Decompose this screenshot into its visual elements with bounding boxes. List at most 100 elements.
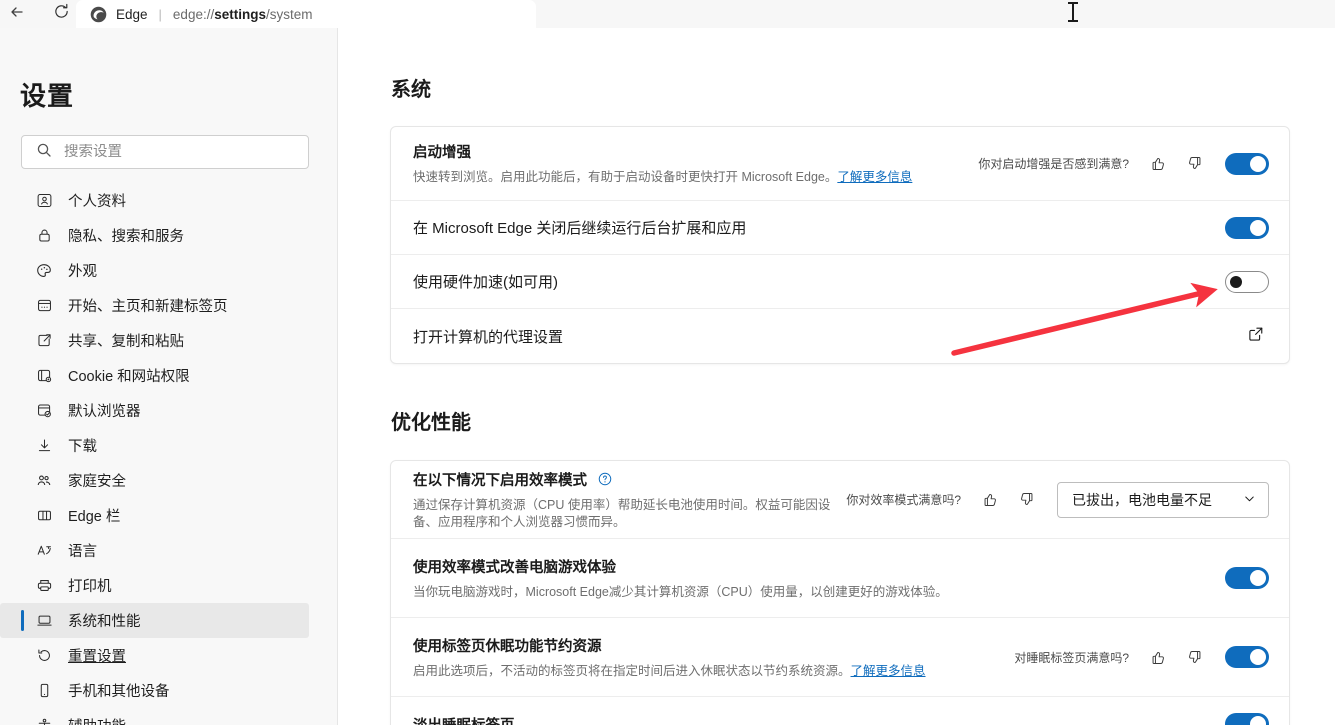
row-fade-sleeping-tabs: 淡出睡眠标签页 (391, 697, 1289, 725)
row-title: 在 Microsoft Edge 关闭后继续运行后台扩展和应用 (413, 220, 747, 237)
thumbs-up-icon[interactable] (977, 487, 1003, 513)
learn-more-link[interactable]: 了解更多信息 (837, 170, 912, 184)
thumbs-down-icon[interactable] (1013, 487, 1039, 513)
address-url[interactable]: edge://settings/system (173, 7, 313, 22)
browser-tab[interactable]: Edge | edge://settings/system (76, 0, 536, 28)
row-title: 使用效率模式改善电脑游戏体验 (413, 559, 616, 576)
reset-icon (34, 646, 54, 666)
sidebar-item-accessibility[interactable]: 辅助功能 (0, 708, 309, 725)
row-proxy-settings[interactable]: 打开计算机的代理设置 (391, 309, 1289, 363)
row-text: 淡出睡眠标签页 (413, 714, 1217, 725)
thumbs-down-icon[interactable] (1181, 644, 1207, 670)
edge-logo-icon (90, 6, 107, 23)
default-browser-icon (34, 401, 54, 421)
row-title-text: 在以下情况下启用效率模式 (413, 472, 587, 489)
accessibility-icon (34, 716, 54, 725)
sidebar-item-label: 外观 (68, 264, 97, 280)
section-heading-performance: 优化性能 (391, 412, 471, 434)
sidebar-item-profile[interactable]: 个人资料 (0, 183, 309, 218)
family-icon (34, 471, 54, 491)
row-gaming-efficiency: 使用效率模式改善电脑游戏体验 当你玩电脑游戏时，Microsoft Edge减少… (391, 539, 1289, 618)
fade-sleeping-tabs-toggle[interactable] (1225, 713, 1269, 725)
search-settings-box[interactable] (21, 135, 309, 169)
row-background-apps: 在 Microsoft Edge 关闭后继续运行后台扩展和应用 (391, 201, 1289, 255)
share-icon (34, 331, 54, 351)
text-cursor (1068, 2, 1078, 22)
reload-button[interactable] (44, 0, 78, 28)
row-text: 在以下情况下启用效率模式 通过保存计算机资源（CPU 使用率）帮助延长电池使用时… (413, 469, 846, 531)
hardware-acceleration-toggle[interactable] (1225, 270, 1269, 293)
thumbs-up-icon[interactable] (1145, 151, 1171, 177)
row-controls: 你对启动增强是否感到满意? (978, 151, 1269, 177)
browser-top-bar: Edge | edge://settings/system (0, 0, 1335, 28)
row-sleeping-tabs: 使用标签页休眠功能节约资源 启用此选项后，不活动的标签页将在指定时间后进入休眠状… (391, 618, 1289, 697)
sidebar-item-privacy[interactable]: 隐私、搜索和服务 (0, 218, 309, 253)
external-link-icon[interactable] (1247, 325, 1269, 347)
help-circle-icon[interactable] (597, 471, 613, 487)
thumbs-down-icon[interactable] (1181, 151, 1207, 177)
sidebar-nav-list: 个人资料 隐私、搜索和服务 外观 开始、主页和新建标签页 共享、复制和粘贴 Co… (0, 183, 337, 725)
sidebar-item-system-performance[interactable]: 系统和性能 (0, 603, 309, 638)
learn-more-link[interactable]: 了解更多信息 (851, 664, 926, 678)
gaming-efficiency-toggle[interactable] (1225, 567, 1269, 589)
back-button[interactable] (0, 0, 34, 28)
sidebar-item-label: Edge 栏 (68, 509, 121, 525)
sleeping-tabs-toggle[interactable] (1225, 646, 1269, 668)
sidebar-item-reset-settings[interactable]: 重置设置 (0, 638, 309, 673)
row-startup-boost: 启动增强 快速转到浏览。启用此功能后，有助于启动设备时更快打开 Microsof… (391, 127, 1289, 201)
row-description-text: 启用此选项后，不活动的标签页将在指定时间后进入休眠状态以节约系统资源。 (413, 663, 851, 678)
performance-settings-card: 在以下情况下启用效率模式 通过保存计算机资源（CPU 使用率）帮助延长电池使用时… (390, 460, 1290, 725)
toggle-knob (1250, 155, 1266, 172)
sidebar-item-phone-other-devices[interactable]: 手机和其他设备 (0, 673, 309, 708)
row-efficiency-mode: 在以下情况下启用效率模式 通过保存计算机资源（CPU 使用率）帮助延长电池使用时… (391, 461, 1289, 539)
sidebar-item-start-home-newtab[interactable]: 开始、主页和新建标签页 (0, 288, 309, 323)
settings-page: 设置 个人资料 (0, 28, 1335, 725)
edge-bar-icon (34, 506, 54, 526)
row-controls (1217, 713, 1269, 725)
sidebar-item-label: 语言 (68, 544, 97, 560)
row-description: 通过保存计算机资源（CPU 使用率）帮助延长电池使用时间。权益可能因设备、应用程… (413, 497, 831, 529)
row-controls (1247, 325, 1269, 347)
sidebar-item-share-copy-paste[interactable]: 共享、复制和粘贴 (0, 323, 309, 358)
row-title: 在以下情况下启用效率模式 (413, 469, 846, 490)
toggle-knob (1250, 716, 1266, 725)
row-title: 使用标签页休眠功能节约资源 (413, 638, 602, 655)
settings-content: 系统 启动增强 快速转到浏览。启用此功能后，有助于启动设备时更快打开 Micro… (338, 28, 1335, 725)
sidebar-item-label: 开始、主页和新建标签页 (68, 299, 228, 315)
settings-sidebar: 设置 个人资料 (0, 28, 338, 725)
tab-separator: | (158, 6, 162, 22)
row-controls (1217, 216, 1269, 239)
row-controls: 你对效率模式满意吗? 已拔出，电池电量不足 (846, 481, 1269, 518)
sidebar-item-label: 默认浏览器 (68, 404, 141, 420)
sidebar-item-printers[interactable]: 打印机 (0, 568, 309, 603)
toggle-knob (1250, 570, 1266, 586)
sidebar-item-default-browser[interactable]: 默认浏览器 (0, 393, 309, 428)
sidebar-item-cookies-permissions[interactable]: Cookie 和网站权限 (0, 358, 309, 393)
sidebar-item-appearance[interactable]: 外观 (0, 253, 309, 288)
sidebar-item-downloads[interactable]: 下载 (0, 428, 309, 463)
sidebar-item-label: 重置设置 (68, 649, 126, 665)
efficiency-mode-dropdown[interactable]: 已拔出，电池电量不足 (1057, 481, 1269, 518)
row-hardware-acceleration: 使用硬件加速(如可用) (391, 255, 1289, 309)
feedback-question: 对睡眠标签页满意吗? (1014, 650, 1129, 665)
startup-boost-toggle[interactable] (1225, 152, 1269, 175)
system-icon (34, 611, 54, 631)
thumbs-up-icon[interactable] (1145, 644, 1171, 670)
row-text: 在 Microsoft Edge 关闭后继续运行后台扩展和应用 (413, 217, 1217, 238)
sidebar-item-label: 系统和性能 (68, 614, 141, 630)
row-description: 快速转到浏览。启用此功能后，有助于启动设备时更快打开 Microsoft Edg… (413, 169, 978, 186)
background-apps-toggle[interactable] (1225, 216, 1269, 239)
dropdown-value: 已拔出，电池电量不足 (1072, 491, 1212, 508)
sidebar-item-label: 辅助功能 (68, 715, 126, 725)
row-text: 使用效率模式改善电脑游戏体验 当你玩电脑游戏时，Microsoft Edge减少… (413, 556, 1217, 601)
sidebar-item-family-safety[interactable]: 家庭安全 (0, 463, 309, 498)
sidebar-item-languages[interactable]: 语言 (0, 533, 309, 568)
search-icon (36, 142, 52, 163)
sidebar-item-edge-bar[interactable]: Edge 栏 (0, 498, 309, 533)
sidebar-item-label: 手机和其他设备 (68, 684, 170, 700)
cookie-permissions-icon (34, 366, 54, 386)
lock-icon (34, 226, 54, 246)
search-input[interactable] (64, 144, 274, 160)
tab-title: Edge (116, 6, 148, 22)
profile-icon (34, 191, 54, 211)
